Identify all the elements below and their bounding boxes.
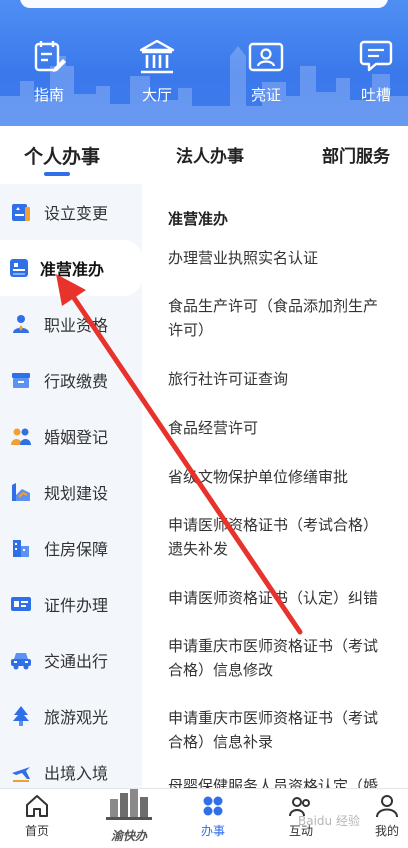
- bottom-tab-services[interactable]: 办事: [178, 793, 248, 845]
- guide-icon: [34, 41, 66, 72]
- services-icon: [203, 796, 223, 816]
- service-item[interactable]: 申请医师资格证书（考试合格） 遗失补发: [168, 513, 408, 561]
- quick-nav-feedback[interactable]: 吐槽: [336, 38, 408, 114]
- service-line: 许可）: [168, 321, 214, 339]
- service-item[interactable]: 申请重庆市医师资格证书（考试 合格）信息修改: [168, 634, 408, 682]
- quick-nav-label: 大厅: [141, 86, 172, 104]
- bottom-tab-yukuaiban[interactable]: 渝快办: [102, 787, 156, 843]
- category-item-license[interactable]: 准营准办: [0, 240, 142, 296]
- tab-personal[interactable]: 个人办事: [24, 142, 100, 172]
- service-item[interactable]: 母婴保健服务人员资格认定（婚: [168, 774, 408, 788]
- service-line: 申请医师资格证书（考试合格）: [168, 516, 379, 534]
- category-item-setup-change[interactable]: 设立变更: [0, 184, 142, 240]
- service-line: 申请重庆市医师资格证书（考试: [168, 709, 379, 727]
- service-line: 遗失补发: [168, 540, 229, 558]
- id-card-icon: [248, 42, 284, 72]
- quick-nav-guide[interactable]: 指南: [9, 38, 89, 114]
- planning-icon: [12, 483, 30, 501]
- profile-icon: [376, 795, 398, 818]
- category-label: 交通出行: [44, 652, 109, 671]
- bottom-tab-label: 办事: [200, 824, 225, 838]
- service-item[interactable]: 申请重庆市医师资格证书（考试 合格）信息补录: [168, 706, 408, 754]
- service-item[interactable]: 食品经营许可: [168, 416, 408, 440]
- quick-nav-label: 指南: [33, 86, 64, 104]
- service-line: 合格）信息补录: [168, 733, 274, 751]
- tree-icon: [13, 706, 29, 726]
- service-line: 旅行社许可证查询: [168, 370, 289, 388]
- category-sidebar: 设立变更 准营准办 职业资格 行政缴费 婚姻登记 规划建设 住房保障 证件办理 …: [0, 184, 142, 788]
- search-bar[interactable]: [20, 0, 388, 8]
- quick-nav-show-id[interactable]: 亮证: [226, 38, 306, 114]
- plane-icon: [12, 767, 30, 782]
- service-item[interactable]: 旅行社许可证查询: [168, 367, 408, 391]
- quick-nav: 指南 大厅 亮证 吐槽: [0, 38, 408, 118]
- qualification-icon: [13, 315, 29, 333]
- category-item-housing[interactable]: 住房保障: [0, 520, 142, 576]
- service-list-panel: 准营准办 办理营业执照实名认证 食品生产许可（食品添加剂生产 许可） 旅行社许可…: [142, 184, 408, 788]
- tab-department[interactable]: 部门服务: [322, 142, 390, 172]
- baidu-watermark: Baidu 经验: [298, 814, 360, 828]
- hall-icon: [139, 39, 175, 74]
- service-line: 食品经营许可: [168, 419, 259, 437]
- service-item[interactable]: 申请医师资格证书（认定）纠错: [168, 586, 408, 610]
- category-item-marriage[interactable]: 婚姻登记: [0, 408, 142, 464]
- category-label: 婚姻登记: [44, 428, 109, 447]
- category-item-payment[interactable]: 行政缴费: [0, 352, 142, 408]
- service-item[interactable]: 办理营业执照实名认证: [168, 246, 408, 270]
- section-title: 准营准办: [168, 210, 229, 228]
- bottom-tab-label: 首页: [24, 824, 49, 838]
- category-label: 职业资格: [44, 316, 109, 335]
- service-line: 申请医师资格证书（认定）纠错: [168, 589, 379, 607]
- service-line: 办理营业执照实名认证: [168, 249, 319, 267]
- category-label: 行政缴费: [44, 372, 109, 391]
- service-line: 申请重庆市医师资格证书（考试: [168, 637, 379, 655]
- bottom-tab-label: 渝快办: [110, 829, 147, 843]
- service-item[interactable]: 食品生产许可（食品添加剂生产 许可）: [168, 294, 408, 342]
- license-icon: [10, 259, 28, 277]
- register-icon: [12, 204, 30, 221]
- service-line: 合格）信息修改: [168, 661, 274, 679]
- category-item-entry-exit[interactable]: 出境入境: [0, 744, 142, 788]
- service-item[interactable]: 省级文物保护单位修缮审批: [168, 465, 408, 489]
- category-label: 规划建设: [44, 484, 109, 503]
- category-item-tourism[interactable]: 旅游观光: [0, 688, 142, 744]
- category-item-transport[interactable]: 交通出行: [0, 632, 142, 688]
- category-item-planning[interactable]: 规划建设: [0, 464, 142, 520]
- car-icon: [11, 653, 31, 670]
- quick-nav-label: 吐槽: [360, 86, 391, 104]
- service-line: 食品生产许可（食品添加剂生产: [168, 297, 379, 315]
- category-label: 住房保障: [44, 540, 109, 559]
- bottom-tab-home[interactable]: 首页: [2, 793, 72, 845]
- category-label: 设立变更: [44, 204, 109, 223]
- bottom-tab-label: 我的: [374, 824, 399, 838]
- feedback-icon: [359, 40, 393, 72]
- yukuaiban-logo: [106, 789, 152, 820]
- housing-icon: [13, 540, 29, 557]
- category-label: 出境入境: [44, 764, 109, 783]
- service-line: 母婴保健服务人员资格认定（婚: [168, 777, 379, 788]
- tab-legal-entity[interactable]: 法人办事: [176, 142, 244, 172]
- certificate-icon: [11, 597, 31, 611]
- service-type-tabs: 个人办事 法人办事 部门服务: [0, 126, 408, 180]
- tab-active-indicator: [44, 172, 70, 176]
- category-item-qualification[interactable]: 职业资格: [0, 296, 142, 352]
- bottom-tab-profile[interactable]: 我的: [352, 793, 408, 845]
- marriage-icon: [11, 428, 31, 445]
- header-banner: 指南 大厅 亮证 吐槽: [0, 0, 408, 126]
- category-label: 准营准办: [40, 260, 105, 279]
- payment-icon: [12, 373, 30, 388]
- quick-nav-hall[interactable]: 大厅: [117, 38, 197, 114]
- category-item-certificate[interactable]: 证件办理: [0, 576, 142, 632]
- home-icon: [26, 795, 48, 817]
- category-label: 旅游观光: [44, 708, 109, 727]
- category-label: 证件办理: [44, 596, 109, 615]
- quick-nav-label: 亮证: [250, 86, 281, 104]
- service-line: 省级文物保护单位修缮审批: [168, 468, 349, 486]
